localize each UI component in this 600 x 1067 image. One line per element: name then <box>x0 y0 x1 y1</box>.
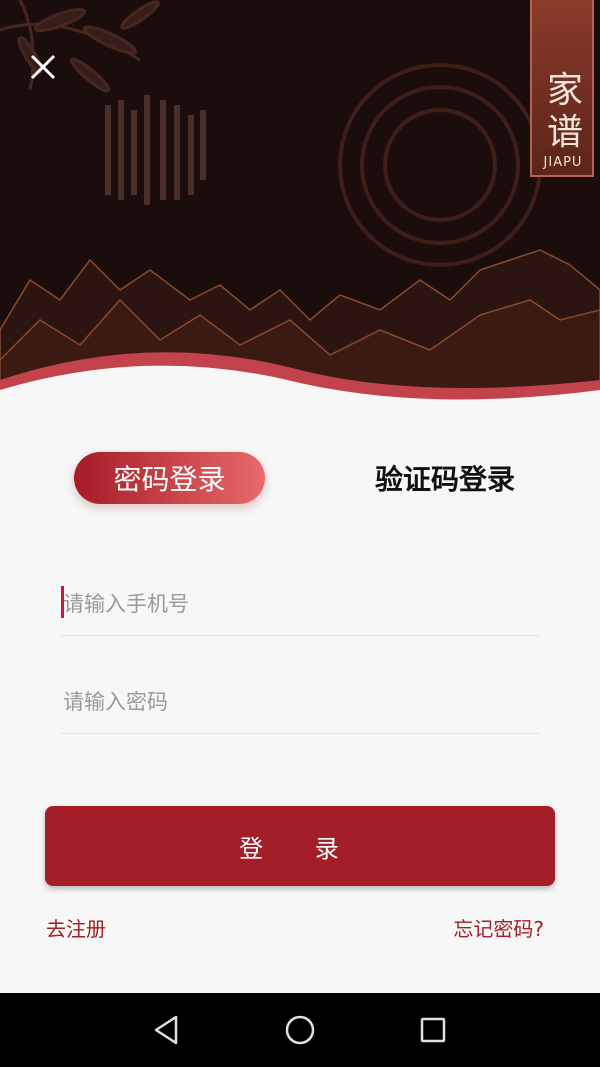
register-link[interactable]: 去注册 <box>46 913 106 942</box>
close-button[interactable] <box>26 50 60 84</box>
home-circle-icon <box>285 1015 315 1045</box>
nav-recents-button[interactable] <box>410 1007 456 1053</box>
password-input[interactable] <box>61 673 542 731</box>
login-button[interactable]: 登 录 <box>45 806 555 886</box>
nav-home-button[interactable] <box>277 1007 323 1053</box>
phone-input[interactable] <box>61 575 542 633</box>
header-artwork: 家 谱 JIAPU 宗族 <box>0 0 600 410</box>
brand-jiapu: 家 谱 <box>536 70 594 154</box>
text-cursor <box>61 586 64 618</box>
system-nav-bar <box>0 993 600 1067</box>
tab-code-login[interactable]: 验证码登录 <box>340 452 550 504</box>
recents-square-icon <box>420 1017 446 1043</box>
brand-latin: JIAPU <box>543 155 583 170</box>
back-triangle-icon <box>154 1015 178 1045</box>
tab-password-login[interactable]: 密码登录 <box>74 452 265 504</box>
close-icon <box>30 54 56 80</box>
brand-jia: 家 <box>546 70 583 111</box>
password-field <box>61 673 542 734</box>
phone-field <box>61 575 542 636</box>
forgot-password-link[interactable]: 忘记密码? <box>453 913 544 942</box>
brand-pu: 谱 <box>546 112 583 153</box>
brand-logo: 家 谱 JIAPU 宗族 <box>360 0 600 260</box>
nav-back-button[interactable] <box>144 1007 190 1053</box>
